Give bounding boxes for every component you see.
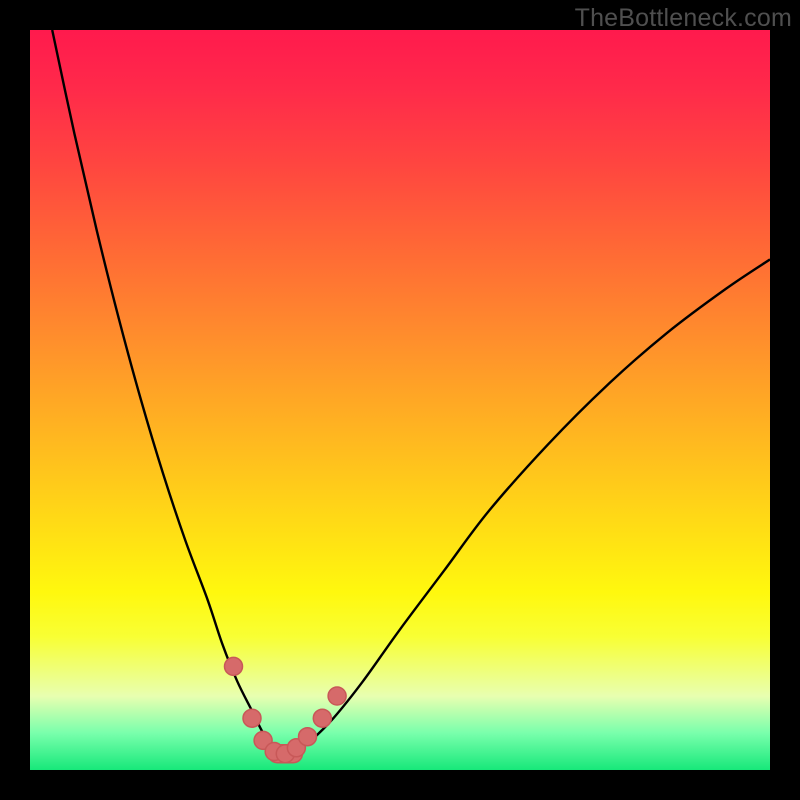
curve-marker	[299, 728, 317, 746]
watermark-text: TheBottleneck.com	[575, 4, 792, 33]
marker-group	[225, 657, 347, 762]
curve-marker	[328, 687, 346, 705]
curve-marker	[225, 657, 243, 675]
plot-area	[30, 30, 770, 770]
bottleneck-curve	[52, 30, 770, 755]
curve-marker	[243, 709, 261, 727]
chart-frame: TheBottleneck.com	[0, 0, 800, 800]
curve-marker	[313, 709, 331, 727]
curve-layer	[30, 30, 770, 770]
